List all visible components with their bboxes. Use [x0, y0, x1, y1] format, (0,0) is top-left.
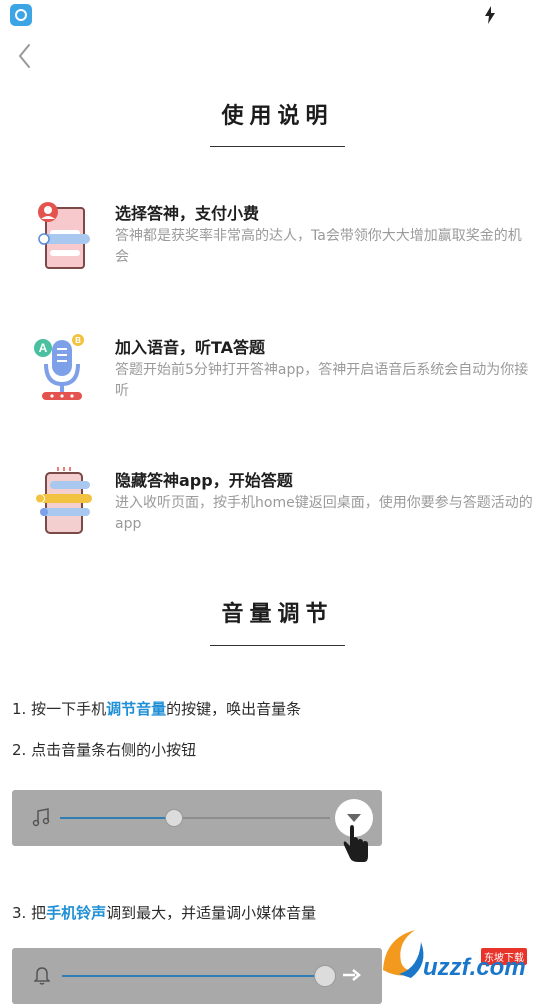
- instruction-text: 调到最大，并适量调小媒体音量: [106, 904, 317, 922]
- arrow-right-icon: [343, 969, 361, 981]
- volume-step-3: 3. 把手机铃声调到最大，并适量调小媒体音量: [12, 902, 316, 923]
- svg-text:B: B: [75, 336, 81, 345]
- watermark-brand: uzzf.com: [423, 954, 526, 981]
- app-icon: [10, 4, 32, 26]
- instruction-text: 3. 把: [12, 904, 47, 922]
- microphone-ab-icon: A B: [34, 334, 84, 400]
- volume-step-1: 1. 按一下手机调节音量的按键，唤出音量条: [12, 698, 301, 719]
- volume-slider-handle[interactable]: [314, 965, 336, 987]
- watermark: 东坡下载 uzzf.com: [375, 918, 555, 988]
- ringer-volume-bar: [12, 948, 382, 1004]
- step-description: 答题开始前5分钟打开答神app，答神开启语音后系统会自动为你接听: [115, 362, 529, 399]
- step-title: 加入语音，听TA答题: [115, 338, 266, 357]
- step-title: 选择答神，支付小费: [115, 204, 260, 223]
- volume-fill: [60, 817, 173, 819]
- bell-icon: [34, 967, 50, 985]
- instruction-highlight: 手机铃声: [46, 904, 107, 922]
- instruction-highlight: 调节音量: [106, 700, 167, 718]
- back-chevron-icon[interactable]: [12, 40, 38, 72]
- music-note-icon: [32, 808, 50, 827]
- volume-slider-handle[interactable]: [165, 809, 183, 827]
- charging-bolt-icon: [485, 6, 495, 24]
- support-person-icon: [38, 202, 90, 269]
- phone-options-icon: [35, 467, 92, 534]
- instruction-text: 的按键，唤出音量条: [166, 700, 302, 718]
- volume-title: 音量调节: [221, 602, 334, 627]
- usage-title: 使用说明: [221, 104, 334, 129]
- step-title: 隐藏答神app，开始答题: [115, 471, 293, 490]
- media-volume-bar: [12, 790, 382, 846]
- pointer-hand-icon: [343, 824, 368, 862]
- volume-fill: [62, 975, 324, 977]
- title-divider: [210, 645, 345, 646]
- volume-step-2: 2. 点击音量条右侧的小按钮: [12, 741, 197, 759]
- step-description: 答神都是获奖率非常高的达人，Ta会带领你大大增加赢取奖金的机会: [115, 228, 522, 265]
- status-bar: [0, 0, 555, 30]
- step-description: 进入收听页面，按手机home键返回桌面，使用你要参与答题活动的app: [115, 495, 533, 532]
- svg-text:A: A: [39, 341, 48, 355]
- instruction-text: 1. 按一下手机: [12, 700, 107, 718]
- title-divider: [210, 146, 345, 147]
